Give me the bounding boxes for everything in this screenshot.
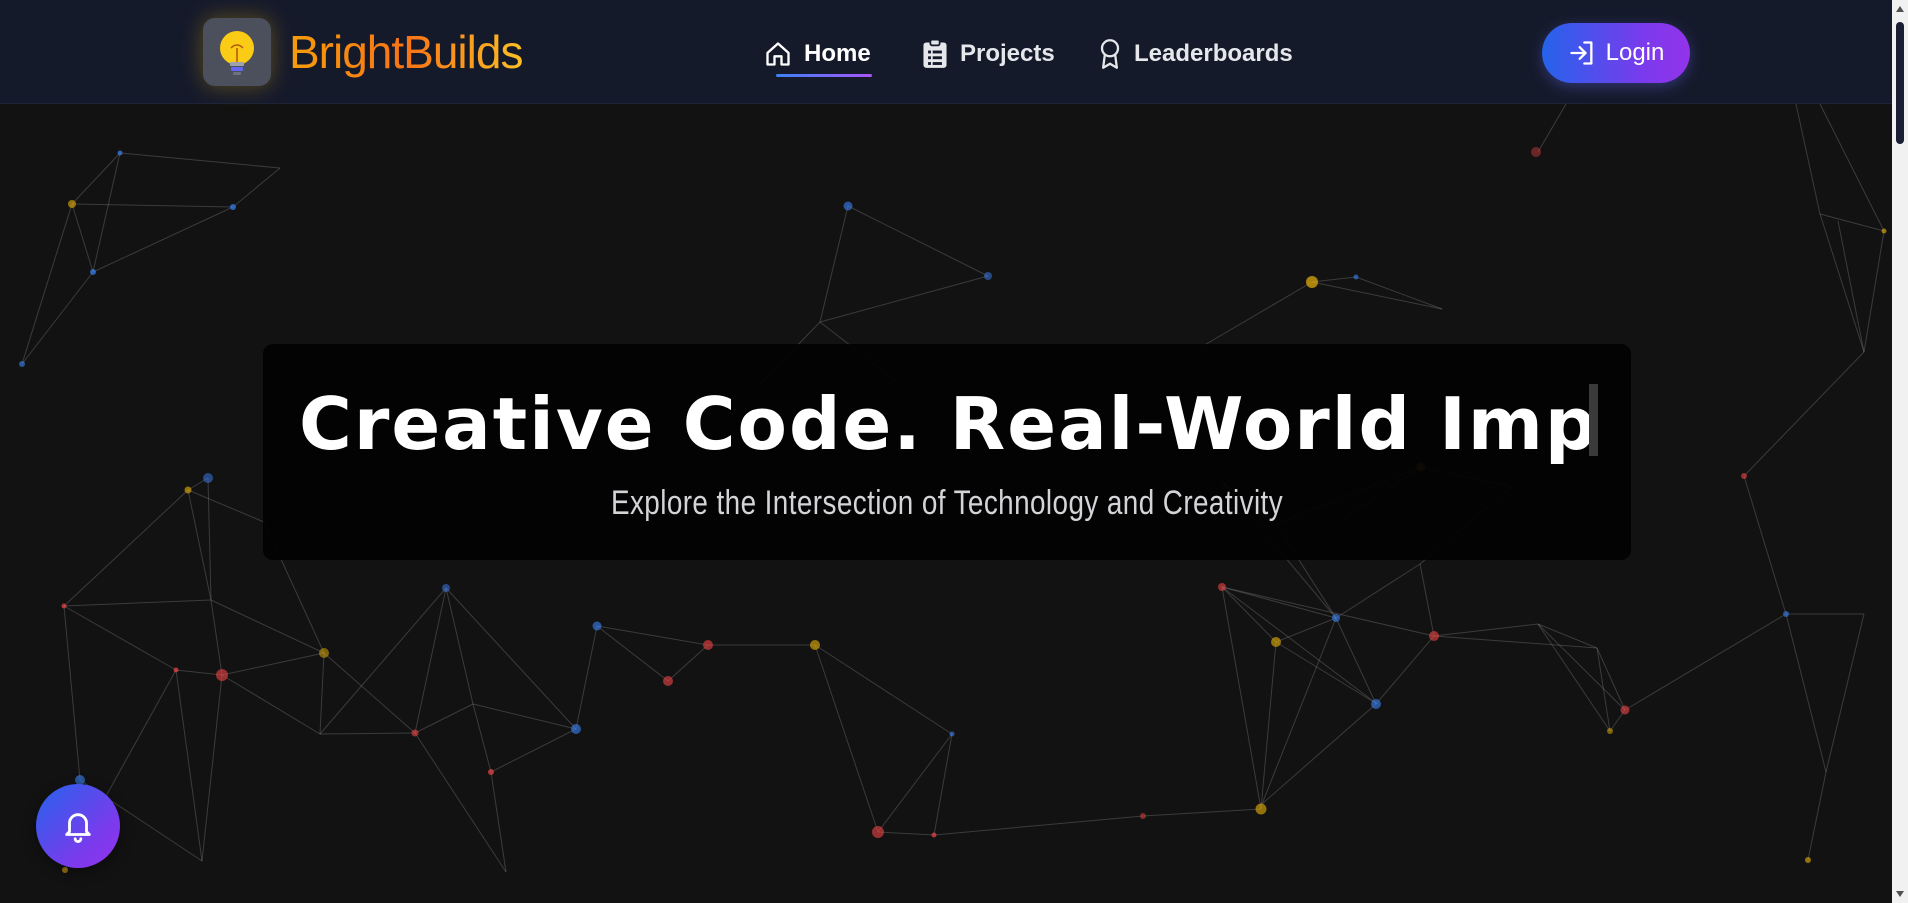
lightbulb-icon (220, 31, 254, 75)
login-button[interactable]: Login (1542, 23, 1690, 83)
vertical-scrollbar[interactable] (1892, 0, 1908, 903)
typing-cursor (1589, 384, 1598, 456)
login-label: Login (1605, 39, 1665, 66)
brand-name[interactable]: BrightBuilds (289, 24, 523, 80)
logo[interactable] (203, 18, 271, 86)
scroll-down-arrow[interactable] (1896, 891, 1904, 897)
top-navbar: BrightBuilds Home Projects Leaderboards (0, 0, 1892, 104)
notification-button[interactable] (36, 784, 120, 868)
hero-panel: Creative Code. Real-World Impa Explore t… (263, 344, 1631, 560)
award-icon (1100, 39, 1120, 69)
active-tab-indicator (776, 74, 872, 77)
nav-leaderboards-label: Leaderboards (1134, 40, 1293, 67)
scroll-thumb[interactable] (1896, 22, 1904, 144)
bell-icon (65, 813, 91, 843)
nav-leaderboards[interactable]: Leaderboards (1098, 34, 1293, 74)
clipboard-icon (923, 39, 947, 68)
nav-projects[interactable]: Projects (922, 34, 1055, 74)
nav-home-label: Home (804, 40, 871, 67)
scroll-up-arrow[interactable] (1896, 6, 1904, 12)
home-icon (766, 42, 790, 66)
nav-home[interactable]: Home (764, 34, 871, 74)
hero-subtitle: Explore the Intersection of Technology a… (610, 484, 1284, 522)
hero-title: Creative Code. Real-World Impa (299, 382, 1599, 466)
nav-projects-label: Projects (960, 40, 1055, 67)
login-icon (1569, 41, 1593, 65)
